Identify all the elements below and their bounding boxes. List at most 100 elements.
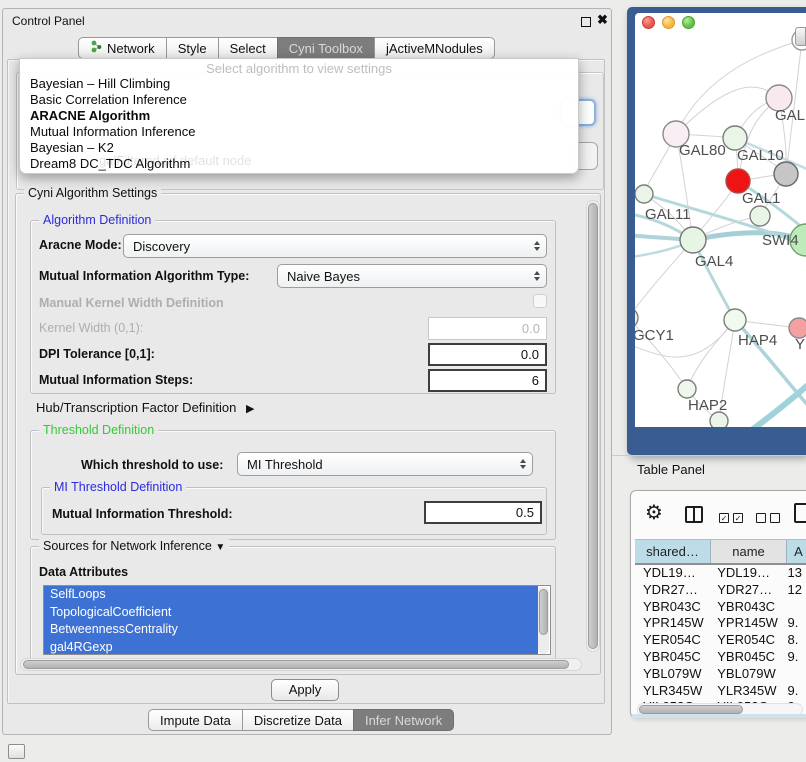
attribute-list-item[interactable]: BetweennessCentrality bbox=[44, 621, 538, 639]
control-panel: Control Panel ✖ NetworkStyleSelectCyni T… bbox=[2, 8, 612, 735]
sources-group: Sources for Network Inference ▼ Data Att… bbox=[30, 546, 556, 672]
table-row[interactable]: YER054CYER054C8. bbox=[635, 632, 806, 649]
window-zoom-button[interactable] bbox=[682, 16, 695, 29]
algorithm-option[interactable]: Mutual Information Inference bbox=[20, 124, 578, 140]
manual-kernel-checkbox[interactable] bbox=[533, 294, 547, 308]
mi-steps-field[interactable]: 6 bbox=[428, 369, 547, 392]
network-node-y[interactable] bbox=[789, 318, 806, 338]
network-node-label: GCY1 bbox=[635, 327, 674, 344]
float-panel-icon[interactable] bbox=[581, 17, 591, 27]
table-panel-title: Table Panel bbox=[637, 462, 705, 477]
gear-icon[interactable]: ⚙ bbox=[645, 500, 663, 524]
tab-network[interactable]: Network bbox=[78, 37, 167, 59]
window-minimize-button[interactable] bbox=[662, 16, 675, 29]
algorithm-option[interactable]: Basic Correlation Inference bbox=[20, 92, 578, 108]
aracne-mode-value: Discovery bbox=[133, 239, 190, 254]
tab-label: Style bbox=[178, 41, 207, 56]
settings-vertical-scrollbar[interactable] bbox=[586, 200, 600, 652]
tab-infer-network[interactable]: Infer Network bbox=[353, 709, 454, 731]
minimized-panel-icon[interactable] bbox=[8, 744, 25, 759]
apply-button[interactable]: Apply bbox=[271, 679, 339, 701]
network-node[interactable] bbox=[710, 412, 728, 427]
select-all-icon[interactable]: ✓ bbox=[719, 513, 729, 523]
network-node-hap4[interactable] bbox=[724, 309, 746, 331]
attribute-list-item[interactable]: gal4RGexp bbox=[44, 639, 538, 656]
table-cell: YBR043C bbox=[709, 599, 783, 616]
table-row[interactable]: YBR043CYBR043C bbox=[635, 599, 806, 616]
table-row[interactable]: YPR145WYPR145W9. bbox=[635, 615, 806, 632]
split-columns-icon[interactable] bbox=[685, 506, 703, 523]
hub-definition-toggle[interactable]: Hub/Transcription Factor Definition ▶ bbox=[36, 400, 254, 415]
tab-select[interactable]: Select bbox=[218, 37, 278, 59]
attribute-list-item[interactable]: SelfLoops bbox=[44, 586, 538, 604]
cyni-algorithm-settings-group: Cyni Algorithm Settings Algorithm Defini… bbox=[15, 193, 601, 675]
mi-algorithm-type-select[interactable]: Naive Bayes bbox=[277, 264, 547, 288]
attributes-list-scrollbar[interactable] bbox=[538, 587, 549, 654]
column-header-shared[interactable]: shared… bbox=[635, 540, 711, 563]
dpi-tolerance-field[interactable]: 0.0 bbox=[428, 343, 547, 366]
network-node-gal11[interactable] bbox=[635, 185, 653, 203]
network-node-label: HAP2 bbox=[688, 397, 727, 414]
table-cell: YLR345W bbox=[709, 683, 783, 700]
overview-widget-edge[interactable] bbox=[795, 27, 806, 46]
table-panel: ⚙ ✓ ✓ shared…nameA YDL19…YDL19…13YDR27…Y… bbox=[630, 490, 806, 718]
network-node-swi4[interactable] bbox=[750, 206, 770, 226]
table-cell: 13 bbox=[784, 565, 806, 582]
tab-jactivemnodules[interactable]: jActiveMNodules bbox=[374, 37, 495, 59]
which-threshold-select[interactable]: MI Threshold bbox=[237, 452, 533, 476]
mi-threshold-group-title: MI Threshold Definition bbox=[50, 480, 186, 494]
kernel-width-field[interactable]: 0.0 bbox=[428, 317, 547, 340]
network-node-label: HAP4 bbox=[738, 332, 777, 349]
settings-group-title: Cyni Algorithm Settings bbox=[24, 186, 161, 200]
network-node-label: GAL1 bbox=[742, 190, 780, 207]
table-cell: YER054C bbox=[635, 632, 709, 649]
table-row[interactable]: YDR27…YDR27…12 bbox=[635, 582, 806, 599]
network-canvas[interactable]: GALGAL80GAL10GAL1SWI4GAL11GAL4YHAP4GCY1H… bbox=[635, 13, 806, 427]
close-panel-icon[interactable]: ✖ bbox=[597, 12, 608, 28]
table-cell bbox=[784, 599, 806, 616]
network-node-label: GAL bbox=[775, 107, 805, 124]
table-row[interactable]: YBR045CYBR045C9. bbox=[635, 649, 806, 666]
mi-threshold-field[interactable]: 0.5 bbox=[424, 501, 542, 524]
column-header-name[interactable]: name bbox=[711, 540, 787, 563]
table-footer-strip bbox=[632, 714, 806, 718]
collapse-arrow-icon[interactable]: ▼ bbox=[215, 542, 225, 553]
tab-cyni-toolbox[interactable]: Cyni Toolbox bbox=[277, 37, 375, 59]
network-node-label: Y bbox=[795, 336, 805, 353]
network-node-gal1[interactable] bbox=[774, 162, 798, 186]
table-cell: 9. bbox=[784, 649, 806, 666]
table-row[interactable]: YLR345WYLR345W9. bbox=[635, 683, 806, 700]
select-all-icon[interactable]: ✓ bbox=[733, 513, 743, 523]
network-node-gal4[interactable] bbox=[680, 227, 706, 253]
aracne-mode-select[interactable]: Discovery bbox=[123, 234, 547, 258]
table-cell: 9. bbox=[784, 615, 806, 632]
expand-arrow-icon: ▶ bbox=[246, 403, 254, 415]
tab-label: jActiveMNodules bbox=[386, 41, 483, 56]
dpi-tolerance-label: DPI Tolerance [0,1]: bbox=[39, 347, 155, 361]
deselect-all-icon[interactable] bbox=[756, 513, 766, 523]
table-cell: YBL079W bbox=[709, 666, 783, 683]
settings-horizontal-scrollbar[interactable] bbox=[20, 658, 582, 671]
algorithm-option[interactable]: Bayesian – Hill Climbing bbox=[20, 76, 578, 92]
algorithm-definition-title: Algorithm Definition bbox=[39, 213, 155, 227]
table-cell: YDR27… bbox=[635, 582, 709, 599]
tab-impute-data[interactable]: Impute Data bbox=[148, 709, 243, 731]
table-row[interactable]: YDL19…YDL19…13 bbox=[635, 565, 806, 582]
mi-type-label: Mutual Information Algorithm Type: bbox=[39, 269, 249, 283]
export-table-icon[interactable] bbox=[794, 503, 806, 523]
data-attributes-list[interactable]: SelfLoopsTopologicalCoefficientBetweenne… bbox=[43, 585, 551, 655]
column-header-a[interactable]: A bbox=[787, 540, 806, 563]
network-node-hap2[interactable] bbox=[678, 380, 696, 398]
table-row[interactable]: YBL079WYBL079W bbox=[635, 666, 806, 683]
deselect-all-icon[interactable] bbox=[770, 513, 780, 523]
tab-discretize-data[interactable]: Discretize Data bbox=[242, 709, 354, 731]
mi-steps-value: 6 bbox=[532, 373, 539, 388]
tab-style[interactable]: Style bbox=[166, 37, 219, 59]
mi-threshold-group: MI Threshold Definition Mutual Informati… bbox=[41, 487, 547, 535]
window-close-button[interactable] bbox=[642, 16, 655, 29]
stepper-icon bbox=[534, 241, 540, 251]
network-node-gcy1[interactable] bbox=[635, 308, 638, 328]
attribute-list-item[interactable]: TopologicalCoefficient bbox=[44, 604, 538, 622]
algorithm-option[interactable]: ARACNE Algorithm bbox=[20, 108, 578, 124]
stepper-icon bbox=[520, 459, 526, 469]
